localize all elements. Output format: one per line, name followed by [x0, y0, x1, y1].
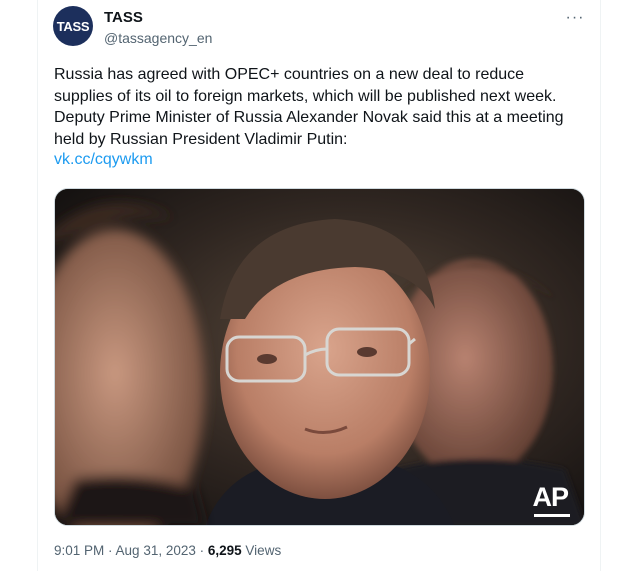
meta-separator-2: · — [195, 543, 208, 558]
meta-separator: · — [104, 543, 116, 558]
tweet-date[interactable]: Aug 31, 2023 — [116, 543, 196, 558]
ap-watermark-bar — [534, 514, 570, 517]
photo-illustration — [55, 189, 584, 525]
tweet-time[interactable]: 9:01 PM — [54, 543, 104, 558]
author-name[interactable]: TASS — [104, 9, 143, 26]
ap-watermark: AP — [532, 482, 569, 512]
avatar[interactable]: TASS — [53, 6, 93, 46]
author-handle[interactable]: @tassagency_en — [104, 30, 212, 46]
tweet-text: Russia has agreed with OPEC+ countries o… — [54, 66, 564, 148]
views-label[interactable]: Views — [242, 543, 281, 558]
tweet-link[interactable]: vk.cc/cqywkm — [54, 151, 153, 169]
tweet-card: TASS TASS @tassagency_en ··· Russia has … — [37, 0, 601, 571]
more-options-icon[interactable]: ··· — [564, 8, 586, 28]
tweet-meta: 9:01 PM · Aug 31, 2023 · 6,295 Views — [54, 543, 281, 558]
views-count[interactable]: 6,295 — [208, 543, 242, 558]
avatar-logo-text: TASS — [56, 18, 90, 34]
tweet-photo[interactable]: AP — [54, 188, 585, 526]
